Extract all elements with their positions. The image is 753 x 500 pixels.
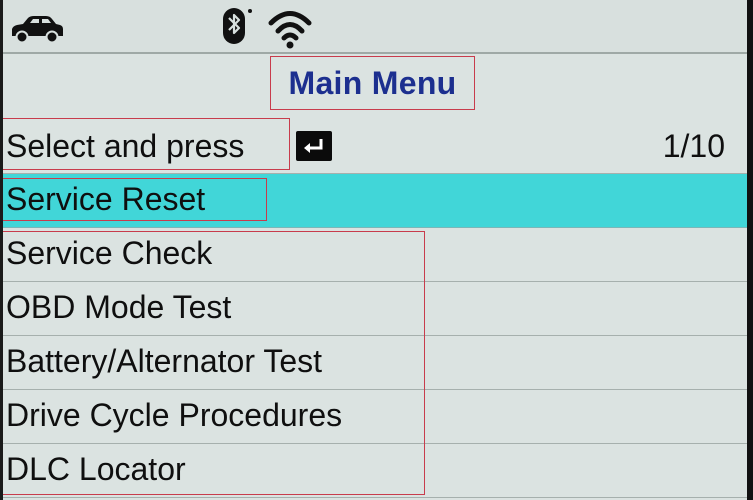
menu-item-service-reset[interactable]: Service Reset xyxy=(0,174,753,228)
device-screen: Main Menu Select and press 1/10 Service … xyxy=(0,0,753,500)
screen-bezel-left xyxy=(0,0,3,500)
menu-item-battery-alternator-test[interactable]: Battery/Alternator Test xyxy=(0,336,753,390)
menu-item-obd-mode-test[interactable]: OBD Mode Test xyxy=(0,282,753,336)
instruction-row: Select and press 1/10 xyxy=(0,116,753,174)
main-menu-list: Service Reset Service Check OBD Mode Tes… xyxy=(0,174,753,498)
car-icon xyxy=(12,16,63,44)
menu-item-drive-cycle-procedures[interactable]: Drive Cycle Procedures xyxy=(0,390,753,444)
screen-bezel-right xyxy=(747,0,753,500)
menu-item-label: Drive Cycle Procedures xyxy=(6,397,343,433)
menu-item-label: Service Check xyxy=(6,235,213,271)
instruction-label: Select and press xyxy=(6,128,245,164)
menu-item-label: OBD Mode Test xyxy=(6,289,232,325)
status-bar xyxy=(0,0,753,54)
page-title-box: Main Menu xyxy=(270,56,475,110)
menu-item-label: Service Reset xyxy=(6,181,206,217)
bluetooth-icon xyxy=(223,8,252,44)
wifi-icon xyxy=(268,11,312,49)
enter-icon xyxy=(296,131,332,161)
menu-item-label: Battery/Alternator Test xyxy=(6,343,322,379)
page-counter: 1/10 xyxy=(662,128,725,164)
menu-item-dlc-locator[interactable]: DLC Locator xyxy=(0,444,753,498)
menu-item-service-check[interactable]: Service Check xyxy=(0,228,753,282)
menu-item-label: DLC Locator xyxy=(6,451,186,487)
page-title: Main Menu xyxy=(288,64,457,101)
